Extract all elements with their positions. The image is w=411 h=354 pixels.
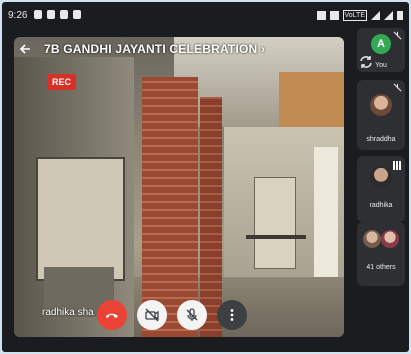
meeting-title-text: 7B GANDHI JAYANTI CELEBRATION (44, 42, 258, 56)
radhika-avatar (370, 166, 392, 188)
more-options-button[interactable] (217, 300, 247, 330)
camera-toggle-button[interactable] (137, 300, 167, 330)
chevron-right-icon: › (260, 42, 266, 56)
system-icons: VoLTE (316, 10, 403, 21)
wifi-icon (371, 11, 380, 20)
signal-icon (384, 11, 393, 20)
participant-tile-shraddha[interactable]: shraddha (357, 80, 405, 150)
more-vert-icon (230, 309, 234, 321)
switch-camera-icon[interactable] (358, 54, 374, 70)
notification-icons (34, 10, 81, 19)
location-icon (34, 10, 42, 19)
participant-name: shraddha (366, 136, 396, 143)
self-avatar: A (371, 34, 391, 54)
presenter-name: radhika sha (42, 307, 94, 318)
mic-off-icon (393, 31, 402, 40)
call-controls (97, 300, 247, 330)
video-display-board (254, 177, 296, 269)
mic-off-icon (186, 308, 198, 321)
participant-tile-radhika[interactable]: radhika (357, 156, 405, 222)
status-bar: 9:26 VoLTE (2, 2, 409, 30)
participant-name: radhika (369, 202, 393, 209)
notification-icon (47, 10, 55, 19)
status-time: 9:26 (8, 10, 28, 21)
others-avatar-1 (363, 230, 381, 248)
recording-badge: REC (47, 74, 77, 90)
others-avatar-2 (381, 230, 399, 248)
battery-icon (397, 11, 403, 20)
meeting-title[interactable]: 7B GANDHI JAYANTI CELEBRATION › (44, 42, 265, 56)
back-arrow-icon[interactable] (19, 43, 31, 55)
alarm-icon (316, 11, 326, 20)
mic-off-icon (393, 83, 402, 92)
video-brick-pillar (142, 77, 198, 337)
participant-tile-others[interactable]: 41 others (357, 222, 405, 286)
video-window (314, 147, 338, 287)
camera-off-icon (145, 308, 159, 322)
volte-badge: VoLTE (342, 10, 367, 21)
video-table (246, 235, 306, 239)
message-icon (73, 10, 81, 19)
end-call-button[interactable] (97, 300, 127, 330)
speaking-indicator-icon (393, 161, 401, 170)
mic-toggle-button[interactable] (177, 300, 207, 330)
video-photo-panel (36, 157, 125, 281)
shraddha-avatar (370, 94, 392, 116)
presenter-name-text: radhika sha (42, 307, 94, 318)
nfc-icon (329, 11, 339, 20)
participant-name: 41 others (366, 264, 396, 271)
end-call-icon (106, 313, 118, 318)
gallery-icon (60, 10, 68, 19)
meet-screen: 9:26 VoLTE 7B GANDHI JAYANTI CELEBRATION… (2, 2, 409, 352)
participants-sidebar: A You shraddha radhika 41 others (353, 26, 409, 352)
video-wood-beam (279, 72, 344, 132)
main-video[interactable]: 7B GANDHI JAYANTI CELEBRATION › REC radh… (14, 37, 344, 337)
